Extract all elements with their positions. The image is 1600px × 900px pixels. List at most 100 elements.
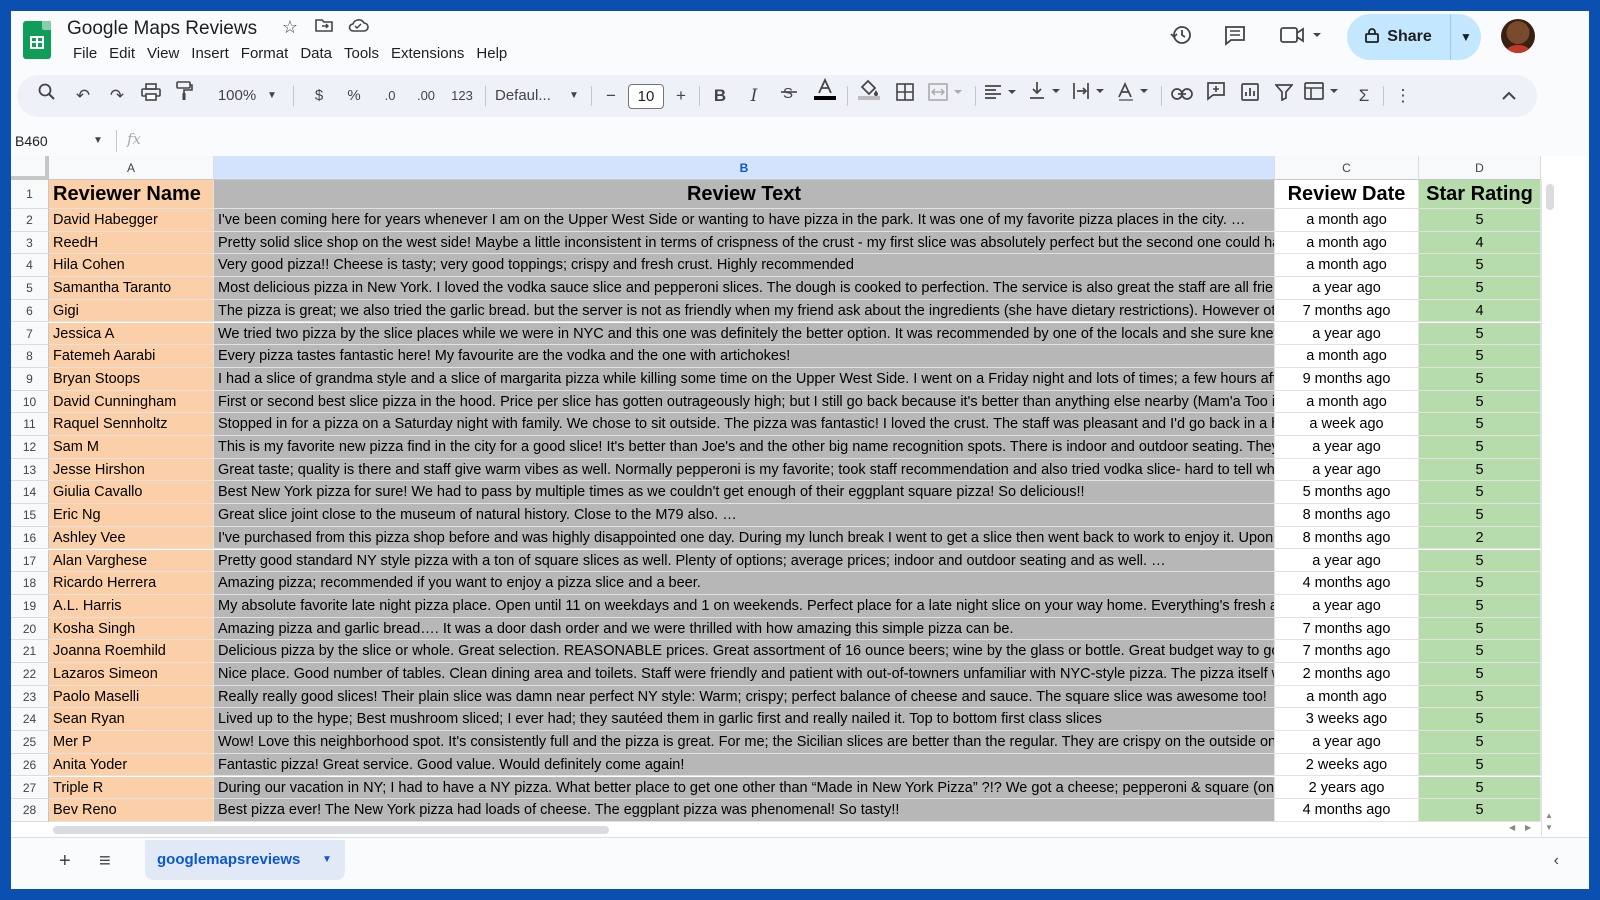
name-box-caret-icon[interactable]: ▼ (93, 130, 103, 152)
star-icon[interactable]: ☆ (279, 17, 301, 38)
redo-icon[interactable]: ↷ (105, 75, 129, 117)
star-rating-cell[interactable]: 5 (1419, 640, 1541, 663)
review-date-cell[interactable]: a year ago (1275, 549, 1419, 573)
review-text-cell[interactable]: Pretty good standard NY style pizza with… (214, 549, 1275, 573)
reviewer-name-cell[interactable]: Jesse Hirshon (49, 458, 214, 482)
row-number[interactable]: 14 (11, 481, 49, 505)
star-rating-cell[interactable]: 5 (1419, 549, 1541, 573)
review-date-cell[interactable]: 8 months ago (1275, 504, 1419, 527)
increase-font-size-icon[interactable]: + (671, 75, 691, 117)
functions-icon[interactable]: Σ (1351, 75, 1377, 117)
currency-format-button[interactable]: $ (309, 75, 329, 117)
review-date-cell[interactable]: a month ago (1275, 345, 1419, 368)
review-date-cell[interactable]: 4 months ago (1275, 799, 1419, 822)
star-rating-cell[interactable]: 5 (1419, 663, 1541, 686)
review-text-cell[interactable]: First or second best slice pizza in the … (214, 390, 1275, 414)
spreadsheet-grid[interactable]: A B C D 1 Reviewer Name Review Text Review … (11, 156, 1589, 836)
row-number[interactable]: 22 (11, 663, 49, 686)
review-text-cell[interactable]: We tried two pizza by the slice places w… (214, 322, 1275, 346)
reviewer-name-cell[interactable]: Triple R (49, 776, 214, 800)
font-family-select[interactable]: Defaul... (495, 75, 567, 117)
font-size-input[interactable]: 10 (628, 84, 664, 109)
review-date-cell[interactable]: a year ago (1275, 436, 1419, 459)
row-number[interactable]: 16 (11, 526, 49, 550)
reviewer-name-cell[interactable]: David Cunningham (49, 390, 214, 414)
name-box[interactable]: B460 ▼ (15, 130, 105, 152)
print-icon[interactable] (139, 75, 163, 117)
sheet-tab[interactable]: googlemapsreviews ▼ (145, 840, 345, 880)
star-rating-cell[interactable]: 5 (1419, 367, 1541, 391)
row-number[interactable]: 11 (11, 413, 49, 436)
reviewer-name-cell[interactable]: Sam M (49, 436, 214, 459)
vertical-scroll-thumb[interactable] (1546, 184, 1554, 210)
insert-link-icon[interactable] (1169, 75, 1195, 117)
menu-view[interactable]: View (141, 44, 185, 64)
review-date-cell[interactable]: 8 months ago (1275, 526, 1419, 550)
row-number[interactable]: 18 (11, 572, 49, 595)
review-text-cell[interactable]: Amazing pizza; recommended if you want t… (214, 572, 1275, 595)
reviewer-name-cell[interactable]: Jessica A (49, 322, 214, 346)
row-number[interactable]: 20 (11, 617, 49, 641)
font-caret-icon[interactable]: ▼ (567, 75, 581, 117)
header-cell[interactable]: Review Date (1275, 180, 1419, 209)
row-number[interactable]: 13 (11, 458, 49, 482)
review-date-cell[interactable]: a month ago (1275, 254, 1419, 278)
column-header-b[interactable]: B (214, 156, 1275, 180)
row-number[interactable]: 8 (11, 345, 49, 368)
row-number[interactable]: 15 (11, 504, 49, 527)
scroll-up-icon[interactable]: ▲ (1545, 811, 1553, 820)
review-text-cell[interactable]: I've been coming here for years whenever… (214, 209, 1275, 232)
decrease-decimals-button[interactable]: .0 (377, 75, 403, 117)
document-title[interactable]: Google Maps Reviews (67, 18, 257, 40)
star-rating-cell[interactable]: 5 (1419, 799, 1541, 822)
menu-help[interactable]: Help (470, 44, 513, 64)
add-sheet-icon[interactable]: + (59, 850, 71, 873)
star-rating-cell[interactable]: 2 (1419, 526, 1541, 550)
sheets-logo-icon[interactable] (23, 21, 51, 59)
review-date-cell[interactable]: 3 weeks ago (1275, 708, 1419, 732)
header-cell[interactable]: Review Text (214, 180, 1275, 209)
star-rating-cell[interactable]: 5 (1419, 594, 1541, 618)
row-number[interactable]: 28 (11, 799, 49, 822)
comments-icon[interactable] (1221, 23, 1249, 49)
reviewer-name-cell[interactable]: Hila Cohen (49, 254, 214, 278)
star-rating-cell[interactable]: 5 (1419, 776, 1541, 800)
column-header-c[interactable]: C (1275, 156, 1419, 180)
decrease-font-size-icon[interactable]: − (601, 75, 621, 117)
review-date-cell[interactable]: 5 months ago (1275, 481, 1419, 505)
review-text-cell[interactable]: I had a slice of grandma style and a sli… (214, 367, 1275, 391)
reviewer-name-cell[interactable]: Joanna Roemhild (49, 640, 214, 663)
reviewer-name-cell[interactable]: Sean Ryan (49, 708, 214, 732)
reviewer-name-cell[interactable]: Eric Ng (49, 504, 214, 527)
vertical-scrollbar[interactable]: ▲ ▼ (1541, 180, 1557, 836)
scroll-right-icon[interactable]: ▶ (1525, 823, 1531, 832)
review-text-cell[interactable]: Pretty solid slice shop on the west side… (214, 231, 1275, 255)
more-options-icon[interactable]: ⋮ (1391, 75, 1415, 117)
star-rating-cell[interactable]: 5 (1419, 708, 1541, 732)
insert-chart-icon[interactable] (1237, 75, 1263, 117)
reviewer-name-cell[interactable]: Bev Reno (49, 799, 214, 822)
row-number[interactable]: 19 (11, 594, 49, 618)
percent-format-button[interactable]: % (343, 75, 365, 117)
row-number[interactable]: 6 (11, 299, 49, 323)
review-date-cell[interactable]: a month ago (1275, 231, 1419, 255)
review-date-cell[interactable]: a year ago (1275, 731, 1419, 754)
menu-edit[interactable]: Edit (103, 44, 141, 64)
row-number[interactable]: 1 (11, 180, 49, 209)
menu-tools[interactable]: Tools (338, 44, 385, 64)
review-text-cell[interactable]: This is my favorite new pizza find in th… (214, 436, 1275, 459)
scroll-left-icon[interactable]: ◀ (1509, 823, 1515, 832)
review-date-cell[interactable]: a year ago (1275, 594, 1419, 618)
italic-button[interactable]: I (743, 75, 765, 117)
zoom-caret-icon[interactable]: ▼ (265, 75, 279, 117)
review-date-cell[interactable]: 7 months ago (1275, 640, 1419, 663)
review-date-cell[interactable]: a month ago (1275, 390, 1419, 414)
review-text-cell[interactable]: I've purchased from this pizza shop befo… (214, 526, 1275, 550)
review-text-cell[interactable]: Really really good slices! Their plain s… (214, 685, 1275, 709)
review-date-cell[interactable]: a year ago (1275, 458, 1419, 482)
review-date-cell[interactable]: 2 months ago (1275, 663, 1419, 686)
review-date-cell[interactable]: a year ago (1275, 277, 1419, 300)
review-text-cell[interactable]: Very good pizza!! Cheese is tasty; very … (214, 254, 1275, 278)
column-header-d[interactable]: D (1419, 156, 1541, 180)
reviewer-name-cell[interactable]: Raquel Sennholtz (49, 413, 214, 436)
